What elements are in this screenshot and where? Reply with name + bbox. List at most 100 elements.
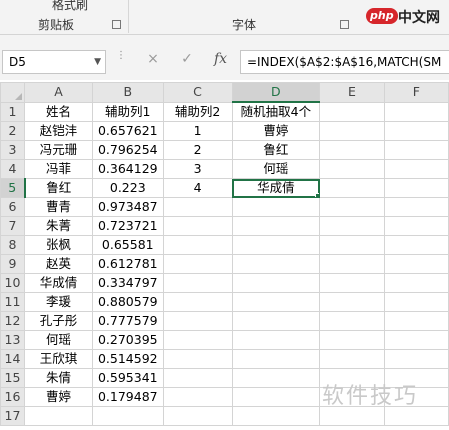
cell-b6[interactable]: 0.973487 — [91, 197, 164, 217]
row-header[interactable]: 5 — [0, 178, 26, 198]
select-all-button[interactable] — [0, 82, 26, 103]
cell-f2[interactable] — [383, 121, 449, 141]
cell-c2[interactable]: 1 — [162, 121, 233, 141]
cell-e3[interactable] — [319, 140, 385, 160]
row-header[interactable]: 16 — [0, 387, 26, 407]
row-header[interactable]: 3 — [0, 140, 26, 160]
cell-b1[interactable]: 辅助列1 — [91, 101, 164, 122]
cell-c7[interactable] — [162, 216, 233, 236]
cell-f14[interactable] — [383, 349, 449, 369]
row-header[interactable]: 13 — [0, 330, 26, 350]
worksheet-grid[interactable]: A B C D E F 1 姓名 辅助列1 辅助列2 随机抽取4个 2 赵铠沣 0.65762… — [0, 82, 449, 430]
cell-b15[interactable]: 0.595341 — [91, 368, 164, 388]
cell-a15[interactable]: 朱倩 — [24, 368, 93, 388]
cell-d16[interactable] — [231, 387, 321, 407]
row-header[interactable]: 14 — [0, 349, 26, 369]
cell-c11[interactable] — [162, 292, 233, 312]
cell-b10[interactable]: 0.334797 — [91, 273, 164, 293]
cell-b14[interactable]: 0.514592 — [91, 349, 164, 369]
cell-f8[interactable] — [383, 235, 449, 255]
cell-a16[interactable]: 曹婷 — [24, 387, 93, 407]
cell-f3[interactable] — [383, 140, 449, 160]
column-header-b[interactable]: B — [91, 82, 164, 103]
cell-f11[interactable] — [383, 292, 449, 312]
row-header[interactable]: 1 — [0, 101, 26, 122]
row-header[interactable]: 17 — [0, 406, 26, 426]
cell-f13[interactable] — [383, 330, 449, 350]
cell-c8[interactable] — [162, 235, 233, 255]
cancel-icon[interactable]: × — [142, 51, 164, 67]
cell-c1[interactable]: 辅助列2 — [162, 101, 233, 122]
column-header-d[interactable]: D — [231, 82, 321, 103]
cell-c16[interactable] — [162, 387, 233, 407]
cell-c3[interactable]: 2 — [162, 140, 233, 160]
cell-d3[interactable]: 鲁红 — [231, 140, 321, 160]
cell-c5[interactable]: 4 — [162, 178, 233, 198]
cell-a4[interactable]: 冯菲 — [24, 159, 93, 179]
cell-b8[interactable]: 0.65581 — [91, 235, 164, 255]
row-header[interactable]: 2 — [0, 121, 26, 141]
cell-b13[interactable]: 0.270395 — [91, 330, 164, 350]
cell-d15[interactable] — [231, 368, 321, 388]
cell-c9[interactable] — [162, 254, 233, 274]
cell-c15[interactable] — [162, 368, 233, 388]
format-painter-label[interactable]: 格式刷 — [52, 0, 88, 13]
cell-e13[interactable] — [319, 330, 385, 350]
cell-a17[interactable] — [24, 406, 93, 426]
chevron-down-icon[interactable]: ▼ — [94, 51, 101, 73]
cell-e5[interactable] — [319, 178, 385, 198]
cell-c14[interactable] — [162, 349, 233, 369]
cell-d7[interactable] — [231, 216, 321, 236]
cell-b11[interactable]: 0.880579 — [91, 292, 164, 312]
cell-e8[interactable] — [319, 235, 385, 255]
cell-b9[interactable]: 0.612781 — [91, 254, 164, 274]
cell-e12[interactable] — [319, 311, 385, 331]
insert-function-icon[interactable]: fx — [214, 51, 227, 67]
cell-d17[interactable] — [231, 406, 321, 426]
cell-f10[interactable] — [383, 273, 449, 293]
cell-c13[interactable] — [162, 330, 233, 350]
cell-d9[interactable] — [231, 254, 321, 274]
cell-a13[interactable]: 何瑶 — [24, 330, 93, 350]
cell-d11[interactable] — [231, 292, 321, 312]
cell-e9[interactable] — [319, 254, 385, 274]
cell-a6[interactable]: 曹青 — [24, 197, 93, 217]
row-header[interactable]: 9 — [0, 254, 26, 274]
cell-b7[interactable]: 0.723721 — [91, 216, 164, 236]
row-header[interactable]: 7 — [0, 216, 26, 236]
row-header[interactable]: 15 — [0, 368, 26, 388]
font-launcher-icon[interactable] — [340, 20, 349, 29]
cell-e14[interactable] — [319, 349, 385, 369]
cell-d13[interactable] — [231, 330, 321, 350]
formula-input[interactable]: =INDEX($A$2:$A$16,MATCH(SM — [240, 50, 449, 74]
cell-c17[interactable] — [162, 406, 233, 426]
cell-c6[interactable] — [162, 197, 233, 217]
cell-a8[interactable]: 张枫 — [24, 235, 93, 255]
cell-b17[interactable] — [91, 406, 164, 426]
cell-a14[interactable]: 王欣琪 — [24, 349, 93, 369]
cell-d4[interactable]: 何瑶 — [231, 159, 321, 179]
cell-b2[interactable]: 0.657621 — [91, 121, 164, 141]
cell-f1[interactable] — [383, 101, 449, 122]
cell-d8[interactable] — [231, 235, 321, 255]
cell-f5[interactable] — [383, 178, 449, 198]
row-header[interactable]: 11 — [0, 292, 26, 312]
cell-e6[interactable] — [319, 197, 385, 217]
cell-f4[interactable] — [383, 159, 449, 179]
cell-f12[interactable] — [383, 311, 449, 331]
cell-d2[interactable]: 曹婷 — [231, 121, 321, 141]
row-header[interactable]: 6 — [0, 197, 26, 217]
row-header[interactable]: 4 — [0, 159, 26, 179]
cell-d12[interactable] — [231, 311, 321, 331]
cell-c10[interactable] — [162, 273, 233, 293]
cell-a12[interactable]: 孔子彤 — [24, 311, 93, 331]
cell-e7[interactable] — [319, 216, 385, 236]
cell-b16[interactable]: 0.179487 — [91, 387, 164, 407]
row-header[interactable]: 10 — [0, 273, 26, 293]
cell-a5[interactable]: 鲁红 — [24, 178, 93, 198]
cell-d10[interactable] — [231, 273, 321, 293]
column-header-e[interactable]: E — [319, 82, 385, 103]
cell-a9[interactable]: 赵英 — [24, 254, 93, 274]
cell-d6[interactable] — [231, 197, 321, 217]
name-box[interactable]: D5 ▼ — [2, 50, 106, 74]
